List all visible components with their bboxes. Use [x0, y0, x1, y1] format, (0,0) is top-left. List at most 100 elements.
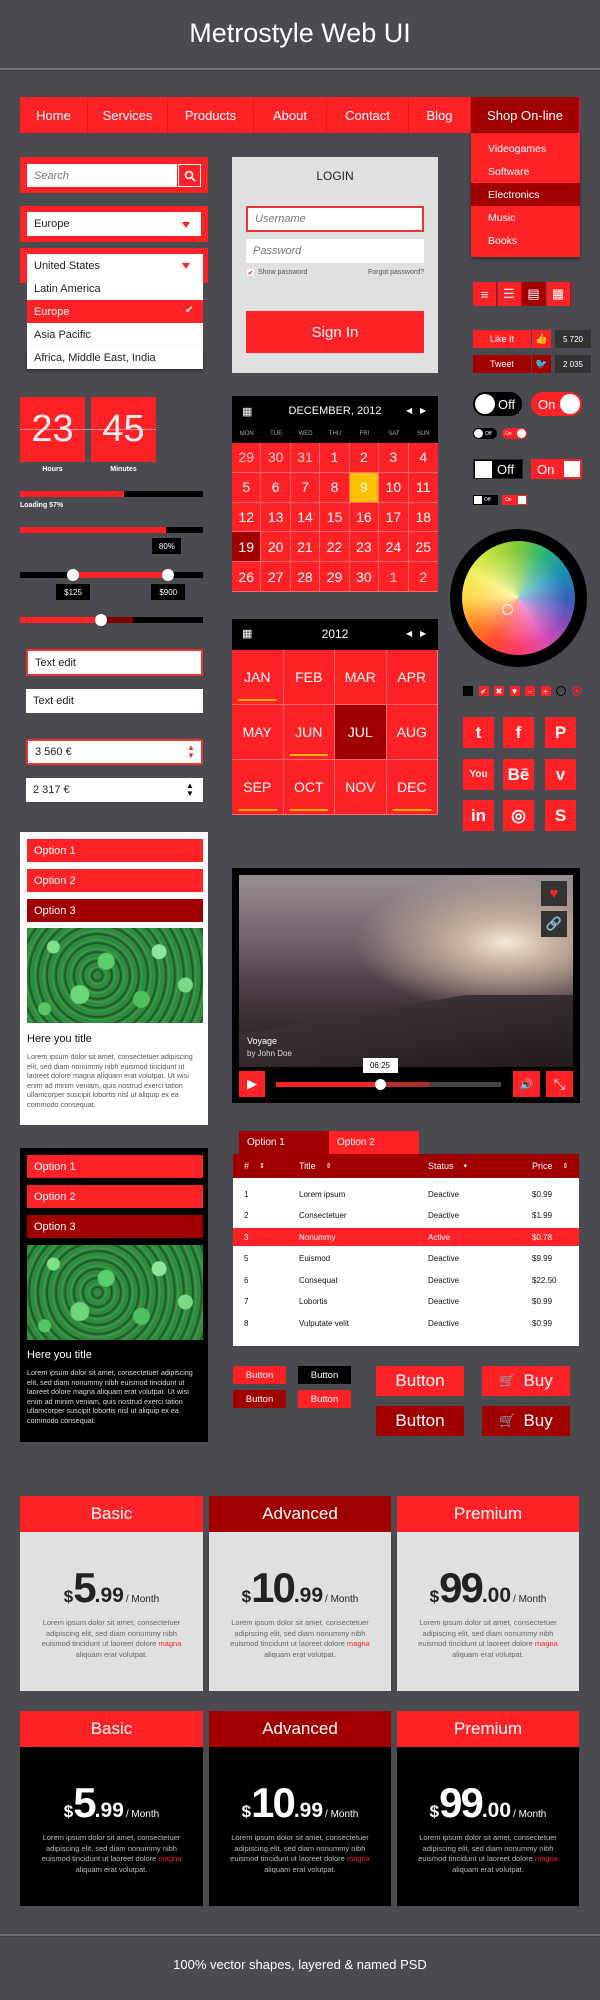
slider[interactable] [20, 617, 203, 623]
nav-item-services[interactable]: Services [88, 97, 168, 133]
color-picker[interactable] [450, 529, 587, 667]
small-square-toggle-off[interactable]: Off [473, 495, 498, 505]
dropdown-item-software[interactable]: Software [471, 160, 580, 183]
grid-icon[interactable]: ▦ [546, 282, 571, 306]
sort-icon[interactable]: ⇕ [259, 1162, 265, 1170]
column-header-title[interactable]: Title ⇕ [299, 1154, 419, 1178]
linkedin-icon[interactable]: in [463, 800, 494, 831]
radio-empty-icon[interactable] [556, 686, 566, 696]
color-picker-handle[interactable] [502, 604, 513, 615]
month-dec[interactable]: DEC [386, 760, 438, 815]
prev-month-icon[interactable]: ◀ [406, 406, 412, 415]
option-2[interactable]: Option 2 [27, 869, 203, 892]
calendar-day[interactable]: 14 [290, 502, 321, 533]
amount-stepper[interactable]: 2 317 € ▲ ▼ [26, 778, 203, 802]
table-row[interactable] [233, 1314, 579, 1332]
list-icon[interactable]: ≡ [473, 282, 497, 306]
month-sep[interactable]: SEP [232, 760, 284, 815]
password-input[interactable] [246, 239, 424, 263]
small-button-black[interactable]: Button [298, 1366, 351, 1384]
behance-icon[interactable]: Bē [503, 759, 534, 790]
nav-item-products[interactable]: Products [168, 97, 254, 133]
plan-card-basic[interactable]: $5.99/ Month Lorem ipsum dolor sit amet, … [20, 1747, 203, 1906]
month-jul[interactable]: JUL [335, 705, 387, 760]
nav-item-about[interactable]: About [254, 97, 327, 133]
plan-card-premium[interactable]: $99.00/ Month Lorem ipsum dolor sit amet,… [397, 1747, 579, 1906]
calendar-day[interactable]: 5 [232, 472, 262, 503]
square-toggle-on[interactable]: On [531, 459, 582, 479]
nav-item-contact[interactable]: Contact [327, 97, 409, 133]
option-2[interactable]: Option 2 [27, 1185, 203, 1208]
color-wheel[interactable] [462, 541, 575, 655]
column-header-price[interactable]: Price ⇕ [532, 1154, 577, 1178]
region-select[interactable]: Europe [20, 206, 208, 242]
buy-button-dark[interactable]: 🛒 Buy [482, 1406, 570, 1436]
calendar-day[interactable]: 31 [290, 443, 321, 473]
heart-icon[interactable]: ♥ [541, 881, 567, 906]
calendar-day[interactable]: 21 [290, 532, 321, 563]
close-icon[interactable]: ✖ [494, 686, 504, 696]
play-icon[interactable]: ▶ [239, 1071, 265, 1097]
check-icon[interactable]: ✔ [478, 686, 489, 696]
calendar-day[interactable]: 22 [320, 532, 350, 563]
thumbs-up-icon[interactable]: 👍 [532, 330, 551, 348]
fullscreen-icon[interactable]: ⤡ [546, 1071, 573, 1097]
month-aug[interactable]: AUG [386, 705, 438, 760]
calendar-day[interactable]: 12 [232, 502, 262, 533]
search-input[interactable] [27, 164, 177, 187]
range-low-handle[interactable] [67, 569, 80, 581]
pinterest-icon[interactable]: P [545, 717, 576, 748]
plan-card-basic[interactable]: $5.99/ Month Lorem ipsum dolor sit amet, … [20, 1532, 203, 1691]
minus-icon[interactable]: – [525, 686, 535, 696]
select-value[interactable]: United States [27, 254, 203, 277]
select-option[interactable]: Asia Pacific [27, 323, 203, 346]
month-jun[interactable]: JUN [283, 705, 335, 760]
large-button-red[interactable]: Button [376, 1366, 464, 1396]
table-row[interactable] [233, 1271, 579, 1289]
calendar-day[interactable]: 4 [408, 443, 438, 473]
calendar-day[interactable]: 23 [349, 532, 380, 563]
calendar-day[interactable]: 30 [261, 443, 291, 473]
calendar-day[interactable]: 24 [379, 532, 409, 563]
calendar-day[interactable]: 30 [349, 562, 380, 592]
calendar-day[interactable]: 18 [408, 502, 438, 533]
calendar-day[interactable]: 2 [349, 443, 380, 473]
calendar-day[interactable]: 7 [290, 472, 321, 503]
text-edit-focused[interactable] [26, 649, 203, 676]
price-range-slider[interactable] [20, 572, 203, 578]
video-scrubber-handle[interactable] [374, 1079, 386, 1090]
month-oct[interactable]: OCT [283, 760, 335, 815]
video-frame[interactable] [239, 875, 573, 1067]
twitter-icon[interactable]: t [463, 717, 494, 748]
sort-icon[interactable]: ▾ [464, 1162, 468, 1170]
calendar-day[interactable]: 16 [349, 502, 380, 533]
twitter-icon[interactable]: 🐦 [532, 355, 551, 373]
detail-list-icon[interactable]: ▤ [522, 282, 546, 306]
calendar-day[interactable]: 29 [320, 562, 350, 592]
small-button-red[interactable]: Button [298, 1390, 351, 1408]
tab-option-2[interactable]: Option 2 [329, 1131, 419, 1154]
next-year-icon[interactable]: ▶ [420, 629, 426, 638]
skype-icon[interactable]: S [545, 800, 576, 831]
calendar-day[interactable]: 17 [379, 502, 409, 533]
tweet-button[interactable]: Tweet [473, 355, 531, 373]
plan-card-advanced[interactable]: $10.99/ Month Lorem ipsum dolor sit amet,… [209, 1747, 391, 1906]
calendar-day[interactable]: 2 [408, 562, 438, 592]
calendar-day[interactable]: 10 [379, 472, 409, 503]
calendar-day[interactable]: 8 [320, 472, 350, 503]
sign-in-button[interactable]: Sign In [246, 311, 424, 353]
square-toggle-off[interactable]: Off [473, 459, 523, 479]
large-button-dark[interactable]: Button [376, 1406, 464, 1436]
calendar-day[interactable]: 15 [320, 502, 350, 533]
calendar-day[interactable]: 13 [261, 502, 291, 533]
calendar-day[interactable]: 25 [408, 532, 438, 563]
buy-button-red[interactable]: 🛒 Buy [482, 1366, 570, 1396]
next-month-icon[interactable]: ▶ [420, 406, 426, 415]
calendar-day[interactable]: 6 [261, 472, 291, 503]
month-mar[interactable]: MAR [335, 650, 387, 705]
calendar-day[interactable]: 1 [320, 443, 350, 473]
month-nov[interactable]: NOV [335, 760, 387, 815]
toggle-off[interactable]: Off [473, 392, 522, 416]
month-feb[interactable]: FEB [283, 650, 335, 705]
stepper-arrows-icon[interactable]: ▲ ▼ [186, 782, 194, 798]
